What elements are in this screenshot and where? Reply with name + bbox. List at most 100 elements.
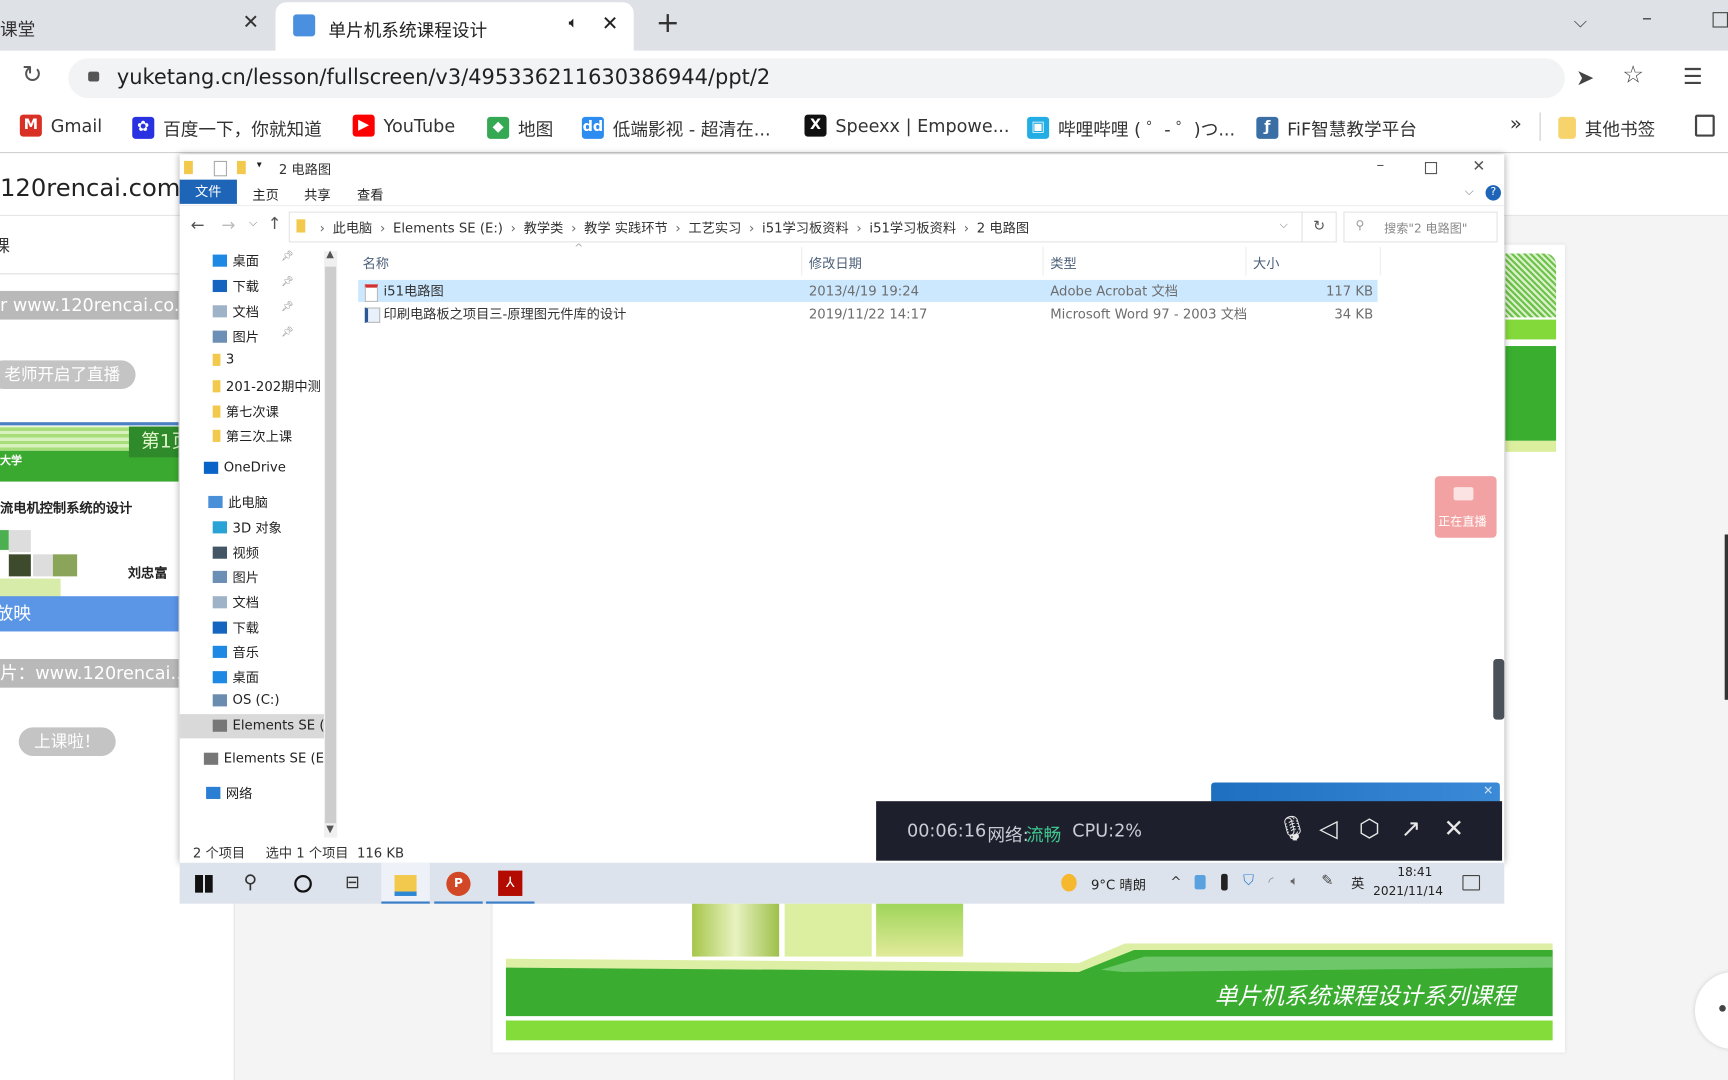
maximize-icon[interactable] bbox=[1424, 161, 1438, 175]
nav-item[interactable]: 下载 bbox=[212, 277, 259, 296]
nav-item[interactable]: OneDrive bbox=[203, 460, 286, 475]
refresh-button[interactable]: ↻ bbox=[1301, 211, 1337, 243]
nav-item[interactable]: 桌面 bbox=[212, 251, 259, 270]
live-badge[interactable]: 正在直播 bbox=[1434, 476, 1497, 538]
other-bookmarks-folder[interactable]: 其他书签 bbox=[1558, 115, 1655, 141]
usb-icon[interactable] bbox=[1221, 873, 1228, 891]
pin-icon[interactable]: 📌︎ bbox=[281, 302, 294, 313]
nav-item[interactable]: 文档 bbox=[212, 302, 259, 321]
help-icon[interactable]: ? bbox=[1485, 185, 1501, 201]
nav-item[interactable]: 网络 bbox=[206, 784, 252, 803]
breadcrumb-item[interactable]: i51学习板资料 bbox=[869, 220, 956, 235]
back-icon[interactable]: ← bbox=[191, 215, 205, 235]
breadcrumb-item[interactable]: i51学习板资料 bbox=[762, 220, 849, 235]
more-bookmarks-button[interactable]: » bbox=[1510, 112, 1522, 135]
lock-icon[interactable] bbox=[88, 71, 100, 82]
tab-yuketang[interactable]: 课堂 ✕ bbox=[0, 9, 276, 51]
breadcrumb[interactable]: › 此电脑 › Elements SE (E:) › 教学类 › 教学 实践环节 › 工艺实习 › i… bbox=[288, 211, 1303, 243]
notification-center-icon[interactable] bbox=[1462, 875, 1481, 891]
security-shield-icon[interactable]: ⛉ bbox=[1243, 873, 1254, 890]
breadcrumb-item[interactable]: 2 电路图 bbox=[977, 220, 1029, 235]
nav-item[interactable]: 文档 bbox=[212, 593, 259, 612]
reload-icon[interactable]: ↻ bbox=[22, 62, 42, 90]
recent-dropdown-icon[interactable]: ⌵ bbox=[249, 217, 257, 229]
restore-icon[interactable] bbox=[1712, 12, 1728, 28]
pen-icon[interactable]: ✎ bbox=[1321, 873, 1333, 890]
file-row[interactable]: 印刷电路板之项目三-原理图元件库的设计 2019/11/22 14:17 Micro… bbox=[358, 303, 1377, 325]
close-icon[interactable]: ✕ bbox=[1483, 784, 1493, 798]
bookmark-item[interactable]: ▣ 哔哩哔哩 ( ゜- ゜)つ... bbox=[1027, 115, 1235, 141]
scroll-down-icon[interactable]: ▼ bbox=[326, 824, 334, 835]
close-icon[interactable]: ✕ bbox=[602, 12, 619, 35]
bookmark-item[interactable]: ƒ FiF智慧教学平台 bbox=[1256, 115, 1417, 141]
up-icon[interactable]: ↑ bbox=[268, 214, 282, 234]
toolbar-handle[interactable] bbox=[1493, 659, 1505, 720]
breadcrumb-item[interactable]: Elements SE (E:) bbox=[393, 220, 503, 235]
taskbar-file-explorer[interactable] bbox=[381, 862, 430, 904]
tab-course[interactable]: 单片机系统课程设计 🔈︎ ✕ bbox=[275, 2, 634, 51]
clock-time[interactable]: 18:41 bbox=[1397, 865, 1432, 879]
weather-text[interactable]: 9°C 晴朗 bbox=[1091, 875, 1146, 894]
show-hidden-icons[interactable]: ^ bbox=[1170, 874, 1181, 889]
pin-icon[interactable]: 📌︎ bbox=[281, 277, 294, 288]
new-folder-icon[interactable] bbox=[236, 160, 246, 175]
reading-list-icon[interactable]: ☰ bbox=[1683, 63, 1703, 89]
properties-icon[interactable] bbox=[213, 160, 228, 177]
pin-icon[interactable]: 📌︎ bbox=[281, 251, 294, 262]
nav-item[interactable]: 桌面 bbox=[212, 668, 259, 687]
breadcrumb-item[interactable]: 此电脑 bbox=[333, 220, 373, 235]
send-icon[interactable]: ➤ bbox=[1576, 64, 1594, 90]
close-icon[interactable]: ✕ bbox=[242, 11, 259, 34]
ribbon-tab-home[interactable]: 主页 bbox=[252, 185, 278, 204]
nav-item[interactable]: 下载 bbox=[212, 618, 259, 637]
forward-icon[interactable]: → bbox=[222, 215, 236, 235]
nav-item[interactable]: Elements SE (E:) bbox=[203, 750, 324, 766]
bookmark-item[interactable]: dd 低端影视 - 超清在... bbox=[581, 115, 771, 141]
nav-item[interactable]: 3D 对象 bbox=[212, 518, 282, 537]
present-button[interactable]: 放映 bbox=[0, 596, 179, 632]
breadcrumb-item[interactable]: 工艺实习 bbox=[688, 220, 741, 235]
bookmark-item[interactable]: ✿ 百度一下，你就知道 bbox=[132, 115, 322, 141]
nav-item[interactable]: OS (C:) bbox=[212, 692, 280, 708]
nav-item[interactable]: 此电脑 bbox=[208, 493, 268, 512]
slide-thumbnail[interactable]: 第1页 大学 流电机控制系统的设计 刘忠富 bbox=[0, 422, 179, 601]
windows-start-icon[interactable] bbox=[195, 875, 213, 893]
minimize-icon[interactable]: – bbox=[1376, 156, 1384, 174]
input-method-indicator[interactable]: 英 bbox=[1351, 874, 1364, 893]
taskbar-acrobat[interactable]: ⅄ bbox=[485, 863, 535, 904]
speaker-icon[interactable]: ◁ bbox=[1319, 816, 1338, 843]
file-row[interactable]: i51电路图 2013/4/19 19:24 Adobe Acrobat 文档 117… bbox=[358, 279, 1378, 302]
pin-icon[interactable]: 📌︎ bbox=[281, 327, 294, 338]
settings-icon[interactable]: ⬡ bbox=[1359, 816, 1380, 843]
tab-search-chevron-icon[interactable]: ⌵ bbox=[1574, 11, 1587, 33]
bookmark-item[interactable]: M Gmail bbox=[19, 114, 102, 137]
message-banner[interactable]: r www.120rencai.co... bbox=[0, 290, 179, 320]
scrollbar-thumb[interactable] bbox=[325, 266, 337, 824]
taskbar-powerpoint[interactable]: P bbox=[434, 863, 483, 904]
url-text[interactable]: yuketang.cn/lesson/fullscreen/v3/4953362… bbox=[117, 65, 770, 89]
ribbon-tab-view[interactable]: 查看 bbox=[357, 185, 383, 204]
expand-ribbon-icon[interactable]: ⌵ bbox=[1465, 184, 1474, 199]
breadcrumb-dropdown-icon[interactable]: ⌵ bbox=[1279, 219, 1287, 231]
bookmark-star-icon[interactable]: ☆ bbox=[1622, 62, 1644, 90]
column-header-size[interactable]: 大小 bbox=[1253, 253, 1279, 272]
message-banner[interactable]: 片：www.120rencai... bbox=[0, 659, 179, 688]
search-input[interactable]: ⚲ 搜索"2 电路图" bbox=[1343, 211, 1498, 243]
close-icon[interactable]: ✕ bbox=[1472, 158, 1485, 176]
task-view-icon[interactable]: ⊟ bbox=[345, 872, 369, 896]
column-header-type[interactable]: 类型 bbox=[1050, 253, 1076, 272]
clock-date[interactable]: 2021/11/14 bbox=[1373, 884, 1443, 898]
column-header-date[interactable]: 修改日期 bbox=[809, 253, 862, 272]
quick-access-dropdown-icon[interactable]: ▾ bbox=[257, 160, 262, 171]
nav-scrollbar[interactable]: ▲ ▼ bbox=[323, 249, 338, 838]
nav-item[interactable]: 视频 bbox=[212, 543, 259, 562]
nav-item[interactable]: 201-202期中测 bbox=[212, 377, 321, 396]
cortana-icon[interactable] bbox=[294, 875, 312, 893]
nav-item[interactable]: 第七次课 bbox=[212, 402, 279, 421]
speaker-icon[interactable]: 🔈︎ bbox=[569, 14, 578, 32]
nav-item[interactable]: Elements SE (E:) bbox=[212, 717, 324, 733]
search-icon[interactable]: ⚲ bbox=[244, 872, 268, 896]
ribbon-tab-share[interactable]: 共享 bbox=[304, 185, 330, 204]
export-icon[interactable]: ↗ bbox=[1401, 816, 1421, 843]
minimize-icon[interactable]: – bbox=[1642, 7, 1652, 30]
